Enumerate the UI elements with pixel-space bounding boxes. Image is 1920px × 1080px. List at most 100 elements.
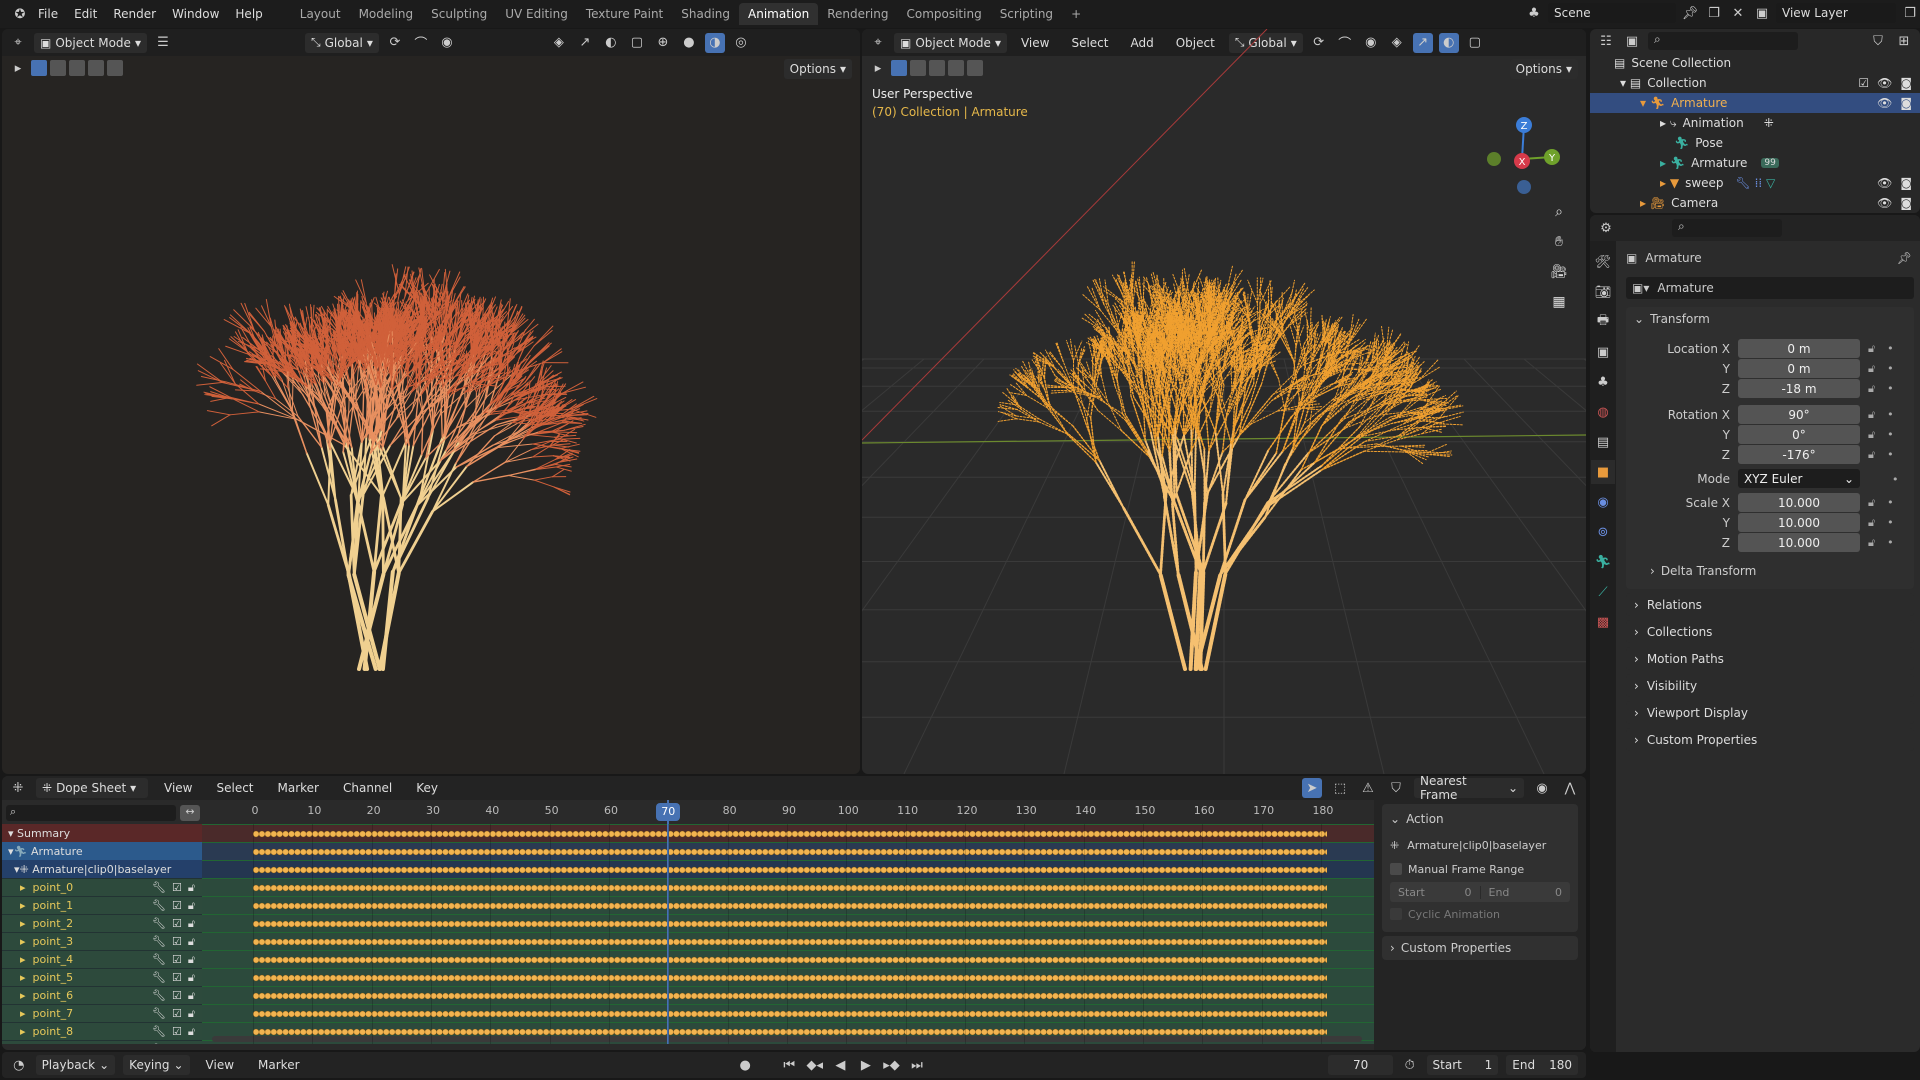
mute-checkbox[interactable]: ☑ [172,989,182,1003]
mute-checkbox[interactable]: ☑ [172,917,182,931]
location-y-field[interactable]: 0 m [1738,359,1860,378]
jump-start-icon[interactable]: ⏮ [780,1055,798,1075]
collection-tab-icon[interactable]: ▤ [1591,430,1615,454]
keyframes[interactable] [253,973,1327,983]
modifier-icon[interactable]: 🔧︎ [152,1007,166,1021]
playback-dropdown[interactable]: Playback ⌄ [35,1055,116,1075]
keyframes[interactable] [253,919,1327,929]
view-layer-tab-icon[interactable]: ▣ [1591,340,1615,364]
lock-icon[interactable]: 🔓︎ [188,917,195,931]
keyframes[interactable] [253,865,1327,875]
channel-bone[interactable]: ▸ point_9 🔧︎ ☑ 🔓︎ [2,1040,202,1044]
modifier-icon[interactable]: 🔧︎ [152,899,166,913]
scene-icon[interactable]: ♣ [1524,3,1544,23]
show-hidden-icon[interactable]: ⬚ [1330,778,1350,798]
tab-modeling[interactable]: Modeling [350,3,423,25]
only-errors-icon[interactable]: ⚠ [1358,778,1378,798]
tab-uv-editing[interactable]: UV Editing [496,3,577,25]
modifier-icon[interactable]: 🔧︎ [152,917,166,931]
end-frame-field[interactable]: End 180 [1506,1055,1578,1075]
modifier-icon[interactable]: 🔧︎ [152,935,166,949]
scale-z-field[interactable]: 10.000 [1738,533,1860,552]
checkbox-icon[interactable]: ☑ [1858,76,1869,90]
menu-view[interactable]: View [198,1058,242,1072]
custom-properties-panel[interactable]: › Custom Properties [1626,728,1914,751]
camera-icon[interactable]: ◙ [1900,176,1912,190]
editor-type-icon[interactable]: ⚙ [1596,218,1616,238]
channel-bone[interactable]: ▸ point_8 🔧︎ ☑ 🔓︎ [2,1022,202,1040]
new-scene-icon[interactable]: ❐ [1704,3,1724,23]
menu-window[interactable]: Window [164,7,227,21]
mute-checkbox[interactable]: ☑ [172,881,182,895]
new-view-layer-icon[interactable]: ❐ [1900,3,1920,23]
keyframe-dot-icon[interactable]: • [1892,473,1899,486]
mute-checkbox[interactable]: ☑ [172,1043,182,1045]
filter-icon[interactable]: ⛉ [1386,778,1406,798]
expand-icon[interactable]: ▸ [20,989,26,1002]
lock-icon[interactable]: 🔓︎ [1868,536,1875,550]
keyframes[interactable] [253,847,1327,857]
camera-icon[interactable]: ◙ [1900,196,1912,210]
outliner-camera[interactable]: ▸ 🎥︎ Camera 👁︎ ◙ [1590,193,1920,213]
scene-selector[interactable]: Scene [1548,3,1676,23]
motion-paths-panel[interactable]: › Motion Paths [1626,647,1914,670]
outliner-search-input[interactable]: ⌕ [1648,32,1798,50]
lock-icon[interactable]: 🔓︎ [188,935,195,949]
keyframe-track[interactable] [202,986,1374,1004]
expand-icon[interactable]: ▸ [20,935,26,948]
start-frame-field[interactable]: Start 1 [1426,1055,1499,1075]
pin-icon[interactable]: 📌︎ [1897,251,1912,265]
lock-icon[interactable]: 🔓︎ [1868,342,1875,356]
modifier-icon[interactable]: 🔧︎ [152,1043,166,1045]
frame-ruler[interactable]: 0 10 20 30 40 50 60 70 80 90 100 110 120 130 140 150 160… [202,800,1374,824]
lock-icon[interactable]: 🔓︎ [1868,408,1875,422]
keyframes[interactable] [253,829,1327,839]
expand-icon[interactable]: ▸ [20,899,26,912]
channel-bone[interactable]: ▸ point_2 🔧︎ ☑ 🔓︎ [2,914,202,932]
lock-icon[interactable]: 🔓︎ [1868,362,1875,376]
gizmo-neg-y[interactable] [1487,152,1501,166]
keyframes[interactable] [253,883,1327,893]
keyframes[interactable] [253,901,1327,911]
object-tab-icon[interactable]: ■ [1591,460,1615,484]
outliner-collection[interactable]: ▾ ▤ Collection ☑ 👁︎ ◙ [1590,73,1920,93]
output-tab-icon[interactable]: 🖶 [1591,310,1615,334]
tab-animation[interactable]: Animation [739,3,819,25]
menu-view[interactable]: View [156,781,200,795]
tab-compositing[interactable]: Compositing [897,3,990,25]
mute-checkbox[interactable]: ☑ [172,971,182,985]
keyframe-track[interactable] [202,932,1374,950]
pan-hand-icon[interactable]: ✋︎ [1546,229,1572,255]
modifier-icon[interactable]: 🔧︎ [152,989,166,1003]
menu-file[interactable]: File [30,7,66,21]
custom-properties-panel[interactable]: › Custom Properties [1382,936,1578,960]
tab-sculpting[interactable]: Sculpting [422,3,496,25]
channel-bone[interactable]: ▸ point_1 🔧︎ ☑ 🔓︎ [2,896,202,914]
tab-layout[interactable]: Layout [291,3,350,25]
tab-shading[interactable]: Shading [672,3,739,25]
action-name[interactable]: ⁜ Armature|clip0|baselayer [1390,832,1570,858]
current-frame-field[interactable]: 70 [1328,1055,1393,1075]
keyframe-dot-icon[interactable]: • [1887,516,1894,530]
play-icon[interactable]: ▶ [857,1055,875,1075]
keyframe-dot-icon[interactable]: • [1887,382,1894,396]
viewport-left[interactable]: ⌖ ▣ Object Mode ▾ ☰ ⤡ Global ▾ ⟳ ⌒ ◉ ◈ ↗… [2,29,860,774]
channel-bone[interactable]: ▸ point_0 🔧︎ ☑ 🔓︎ [2,878,202,896]
perspective-grid-icon[interactable]: ▦ [1546,289,1572,315]
delta-transform-subpanel[interactable]: › Delta Transform [1626,559,1914,583]
channel-action[interactable]: ▾ ⁜ Armature|clip0|baselayer [2,860,202,878]
modifier-icon[interactable]: 🔧︎ [152,881,166,895]
add-workspace-button[interactable]: + [1062,3,1090,25]
jump-end-icon[interactable]: ⏭ [908,1055,926,1075]
keyframe-dot-icon[interactable]: • [1887,362,1894,376]
keyframe-dot-icon[interactable]: • [1887,496,1894,510]
outliner-pose[interactable]: 🏃︎ Pose [1590,133,1920,153]
outliner-armature-object[interactable]: ▾ 🏃︎ Armature 👁︎ ◙ [1590,93,1920,113]
lock-icon[interactable]: 🔓︎ [188,1007,195,1021]
menu-select[interactable]: Select [208,781,261,795]
outliner-sweep[interactable]: ▸ ▼ sweep 🔧︎ ⁞⁞ ▽ 👁︎ ◙ [1590,173,1920,193]
zoom-icon[interactable]: ⌕ [1546,199,1572,225]
texture-tab-icon[interactable]: ▩ [1591,610,1615,634]
world-tab-icon[interactable]: ◍ [1591,400,1615,424]
location-z-field[interactable]: -18 m [1738,379,1860,398]
